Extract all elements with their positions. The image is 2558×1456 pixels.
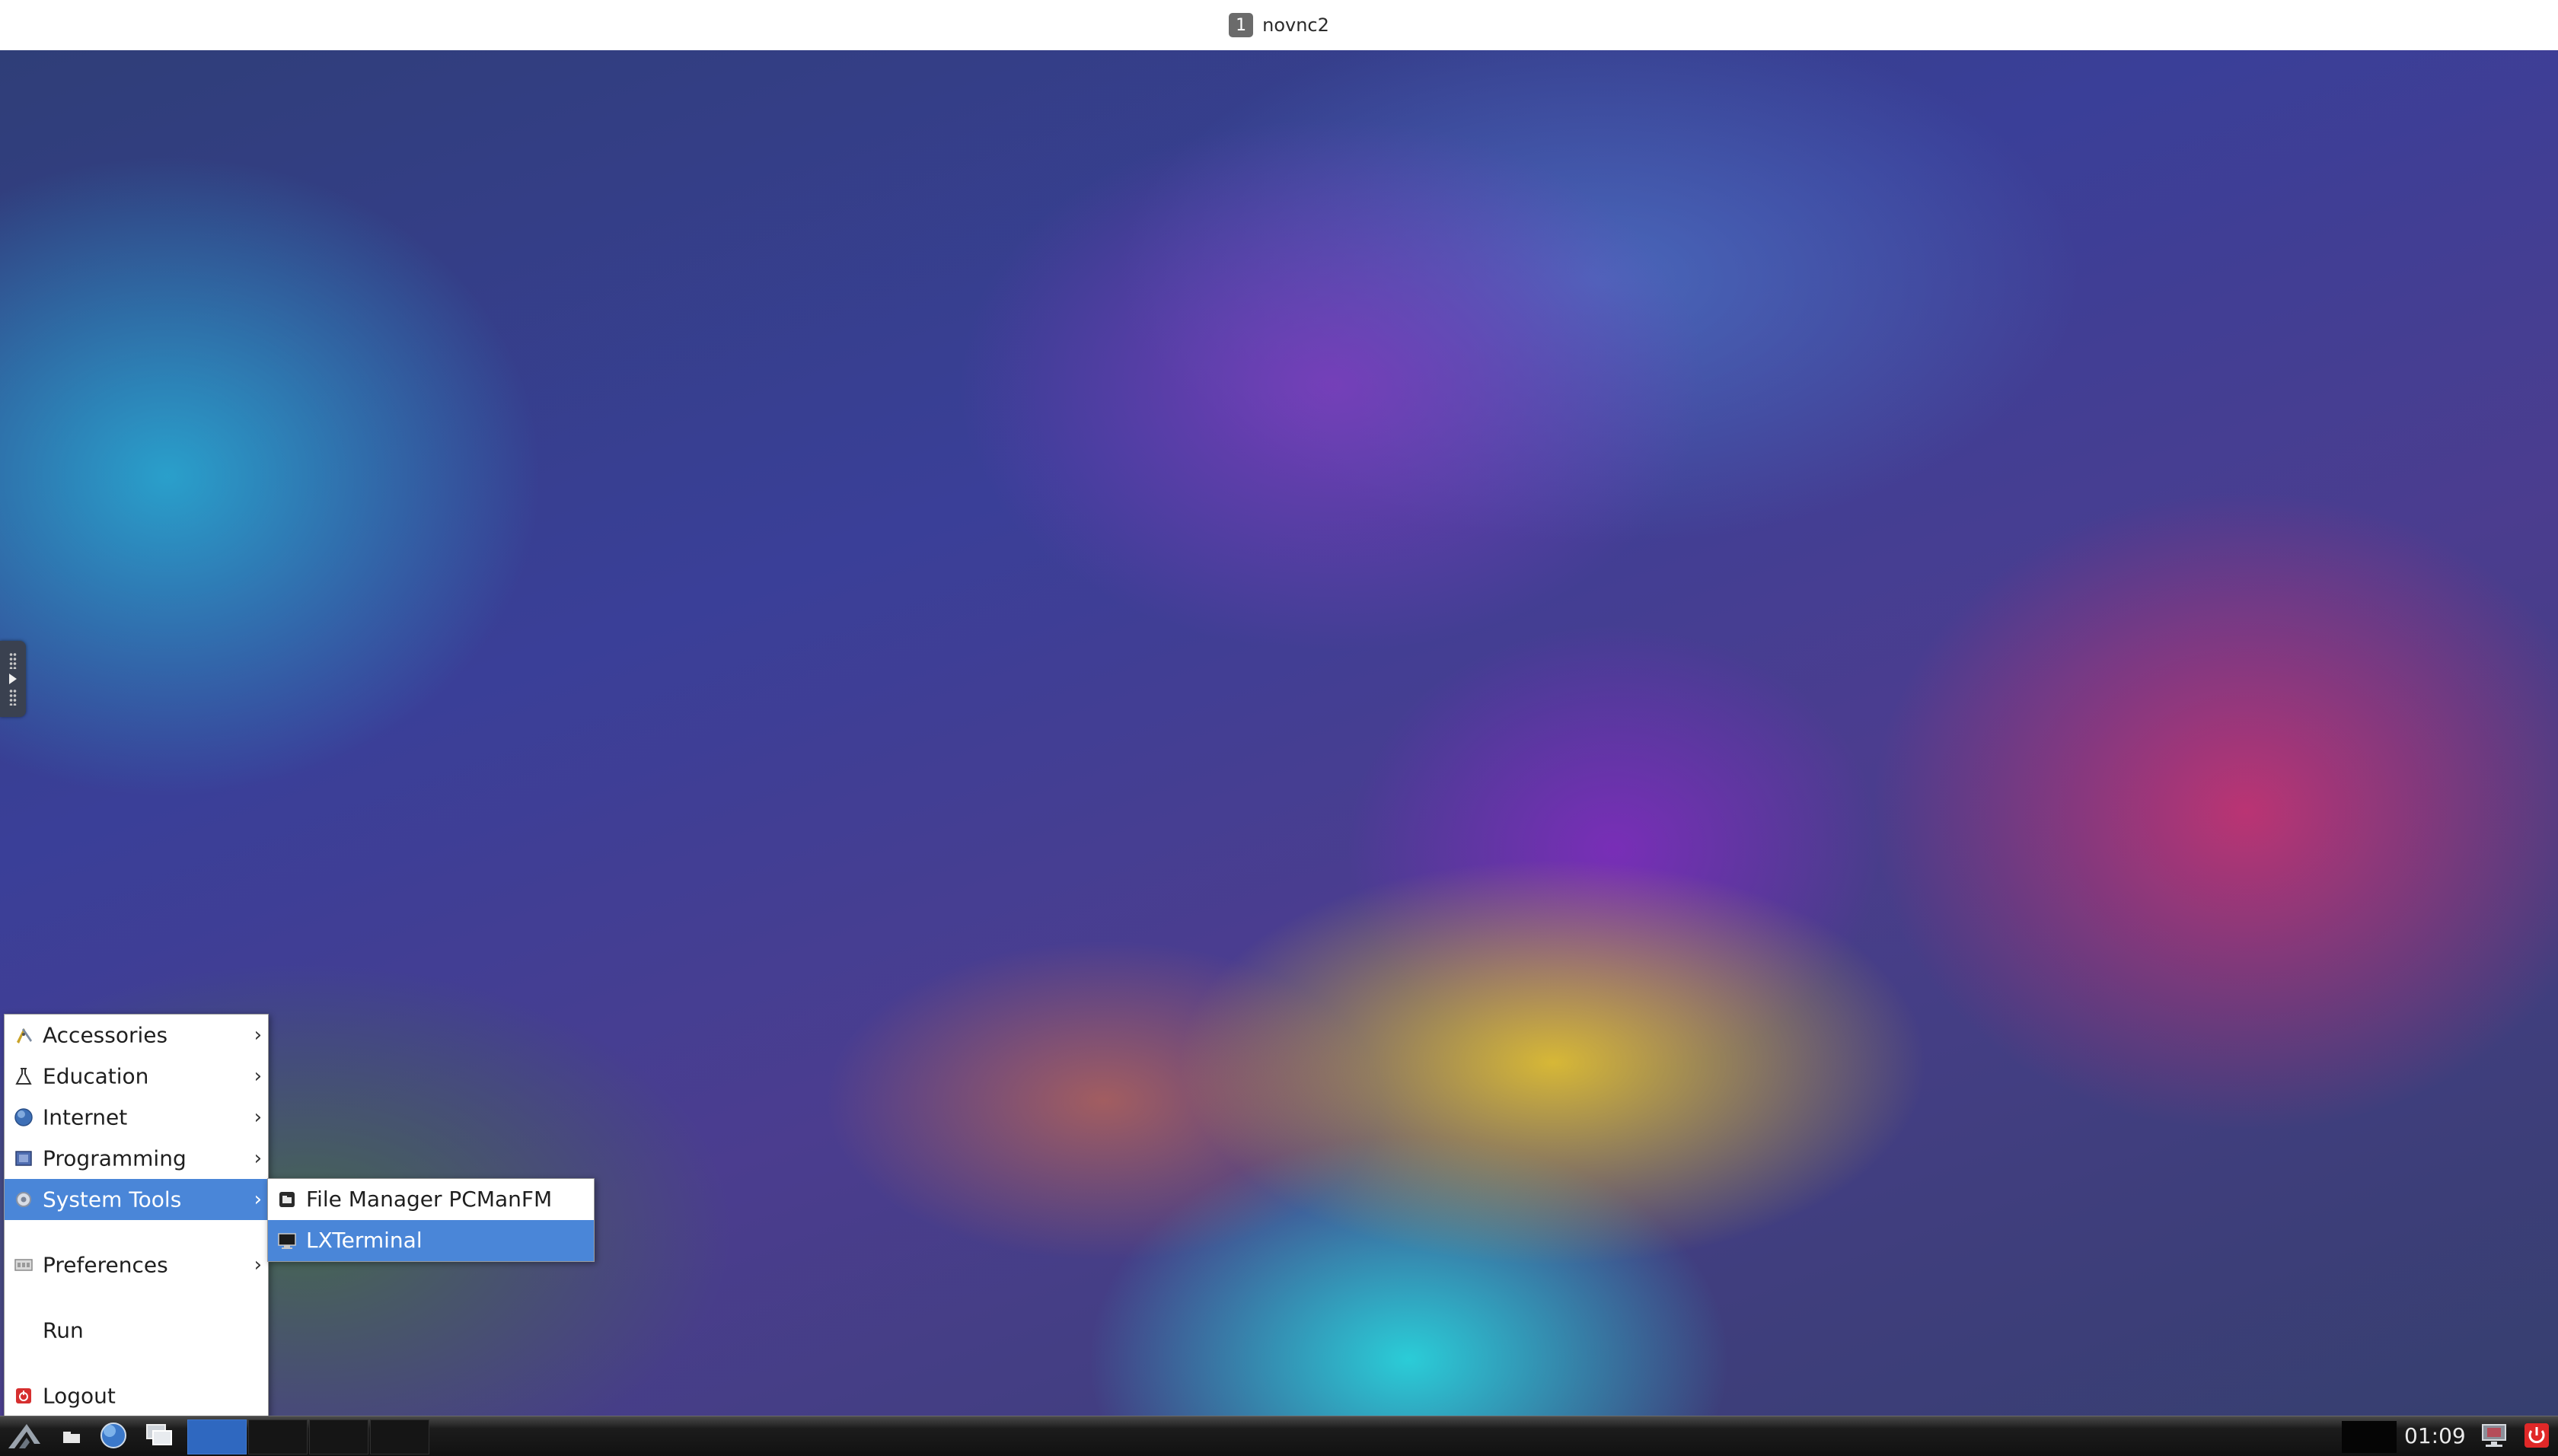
clock[interactable]: 01:09 <box>2404 1423 2466 1448</box>
submenu-item-label: File Manager PCManFM <box>306 1187 553 1212</box>
window-title: novnc2 <box>1262 14 1329 36</box>
logout-icon <box>14 1386 33 1406</box>
submenu-item-lxterminal[interactable]: LXTerminal <box>268 1220 594 1261</box>
cpu-monitor <box>2342 1421 2397 1453</box>
taskbar-window-slot[interactable] <box>370 1419 429 1454</box>
taskbar-window-slot[interactable] <box>309 1419 368 1454</box>
system-tools-icon <box>14 1190 33 1209</box>
grip-dots-icon <box>9 689 17 706</box>
taskbar: 01:09 <box>0 1416 2558 1456</box>
system-tools-submenu: File Manager PCManFM LXTerminal <box>267 1178 595 1262</box>
power-button[interactable] <box>2520 1421 2553 1453</box>
menu-item-logout[interactable]: Logout <box>5 1375 268 1416</box>
web-browser-button[interactable] <box>96 1421 131 1453</box>
menu-item-accessories[interactable]: Accessories › <box>5 1015 268 1056</box>
chevron-right-icon: › <box>254 1065 262 1088</box>
power-icon <box>2523 1422 2550 1452</box>
expand-arrow-icon <box>9 674 17 684</box>
chevron-right-icon: › <box>254 1188 262 1211</box>
menu-item-label: Education <box>43 1063 149 1089</box>
menu-item-label: Run <box>43 1317 84 1343</box>
menu-item-run[interactable]: Run <box>5 1310 268 1351</box>
menu-item-programming[interactable]: Programming › <box>5 1138 268 1179</box>
menu-item-education[interactable]: Education › <box>5 1056 268 1097</box>
show-desktop-icon <box>60 1425 85 1449</box>
menu-item-system-tools[interactable]: System Tools › <box>5 1179 268 1220</box>
menu-item-label: Preferences <box>43 1252 168 1278</box>
taskbar-window-slot[interactable] <box>187 1419 247 1454</box>
accessories-icon <box>14 1025 33 1045</box>
screen: 1 novnc2 Accessories › Education › Inter… <box>0 0 2558 1456</box>
start-menu-icon <box>7 1421 42 1453</box>
menu-item-label: Programming <box>43 1145 187 1171</box>
chevron-right-icon: › <box>254 1147 262 1170</box>
chevron-right-icon: › <box>254 1106 262 1129</box>
show-desktop-button[interactable] <box>56 1421 88 1453</box>
chevron-right-icon: › <box>254 1254 262 1276</box>
workspace-badge[interactable]: 1 <box>1229 13 1254 37</box>
title-bar: 1 novnc2 <box>0 0 2558 52</box>
window-switcher-icon <box>144 1422 174 1452</box>
flask-icon <box>14 1066 33 1086</box>
submenu-item-label: LXTerminal <box>306 1228 423 1253</box>
window-switcher-button[interactable] <box>140 1421 178 1453</box>
grip-dots-icon <box>9 652 17 669</box>
web-browser-icon <box>98 1420 129 1454</box>
chevron-right-icon: › <box>254 1024 262 1047</box>
menu-item-internet[interactable]: Internet › <box>5 1097 268 1138</box>
network-button[interactable] <box>2477 1421 2511 1453</box>
programming-icon <box>14 1149 33 1168</box>
taskbar-window-slot[interactable] <box>248 1419 308 1454</box>
start-menu-button[interactable] <box>5 1421 44 1453</box>
globe-icon <box>14 1107 33 1127</box>
menu-item-preferences[interactable]: Preferences › <box>5 1244 268 1286</box>
start-menu: Accessories › Education › Internet › Pro… <box>4 1014 269 1419</box>
menu-item-label: System Tools <box>43 1187 182 1212</box>
menu-item-label: Internet <box>43 1104 128 1130</box>
network-icon <box>2480 1422 2509 1452</box>
menu-item-label: Logout <box>43 1383 116 1409</box>
menu-item-label: Accessories <box>43 1022 168 1048</box>
terminal-icon <box>277 1231 297 1251</box>
submenu-item-file-manager[interactable]: File Manager PCManFM <box>268 1179 594 1220</box>
file-manager-icon <box>277 1190 297 1209</box>
preferences-icon <box>14 1255 33 1275</box>
side-panel-handle[interactable] <box>0 641 26 717</box>
